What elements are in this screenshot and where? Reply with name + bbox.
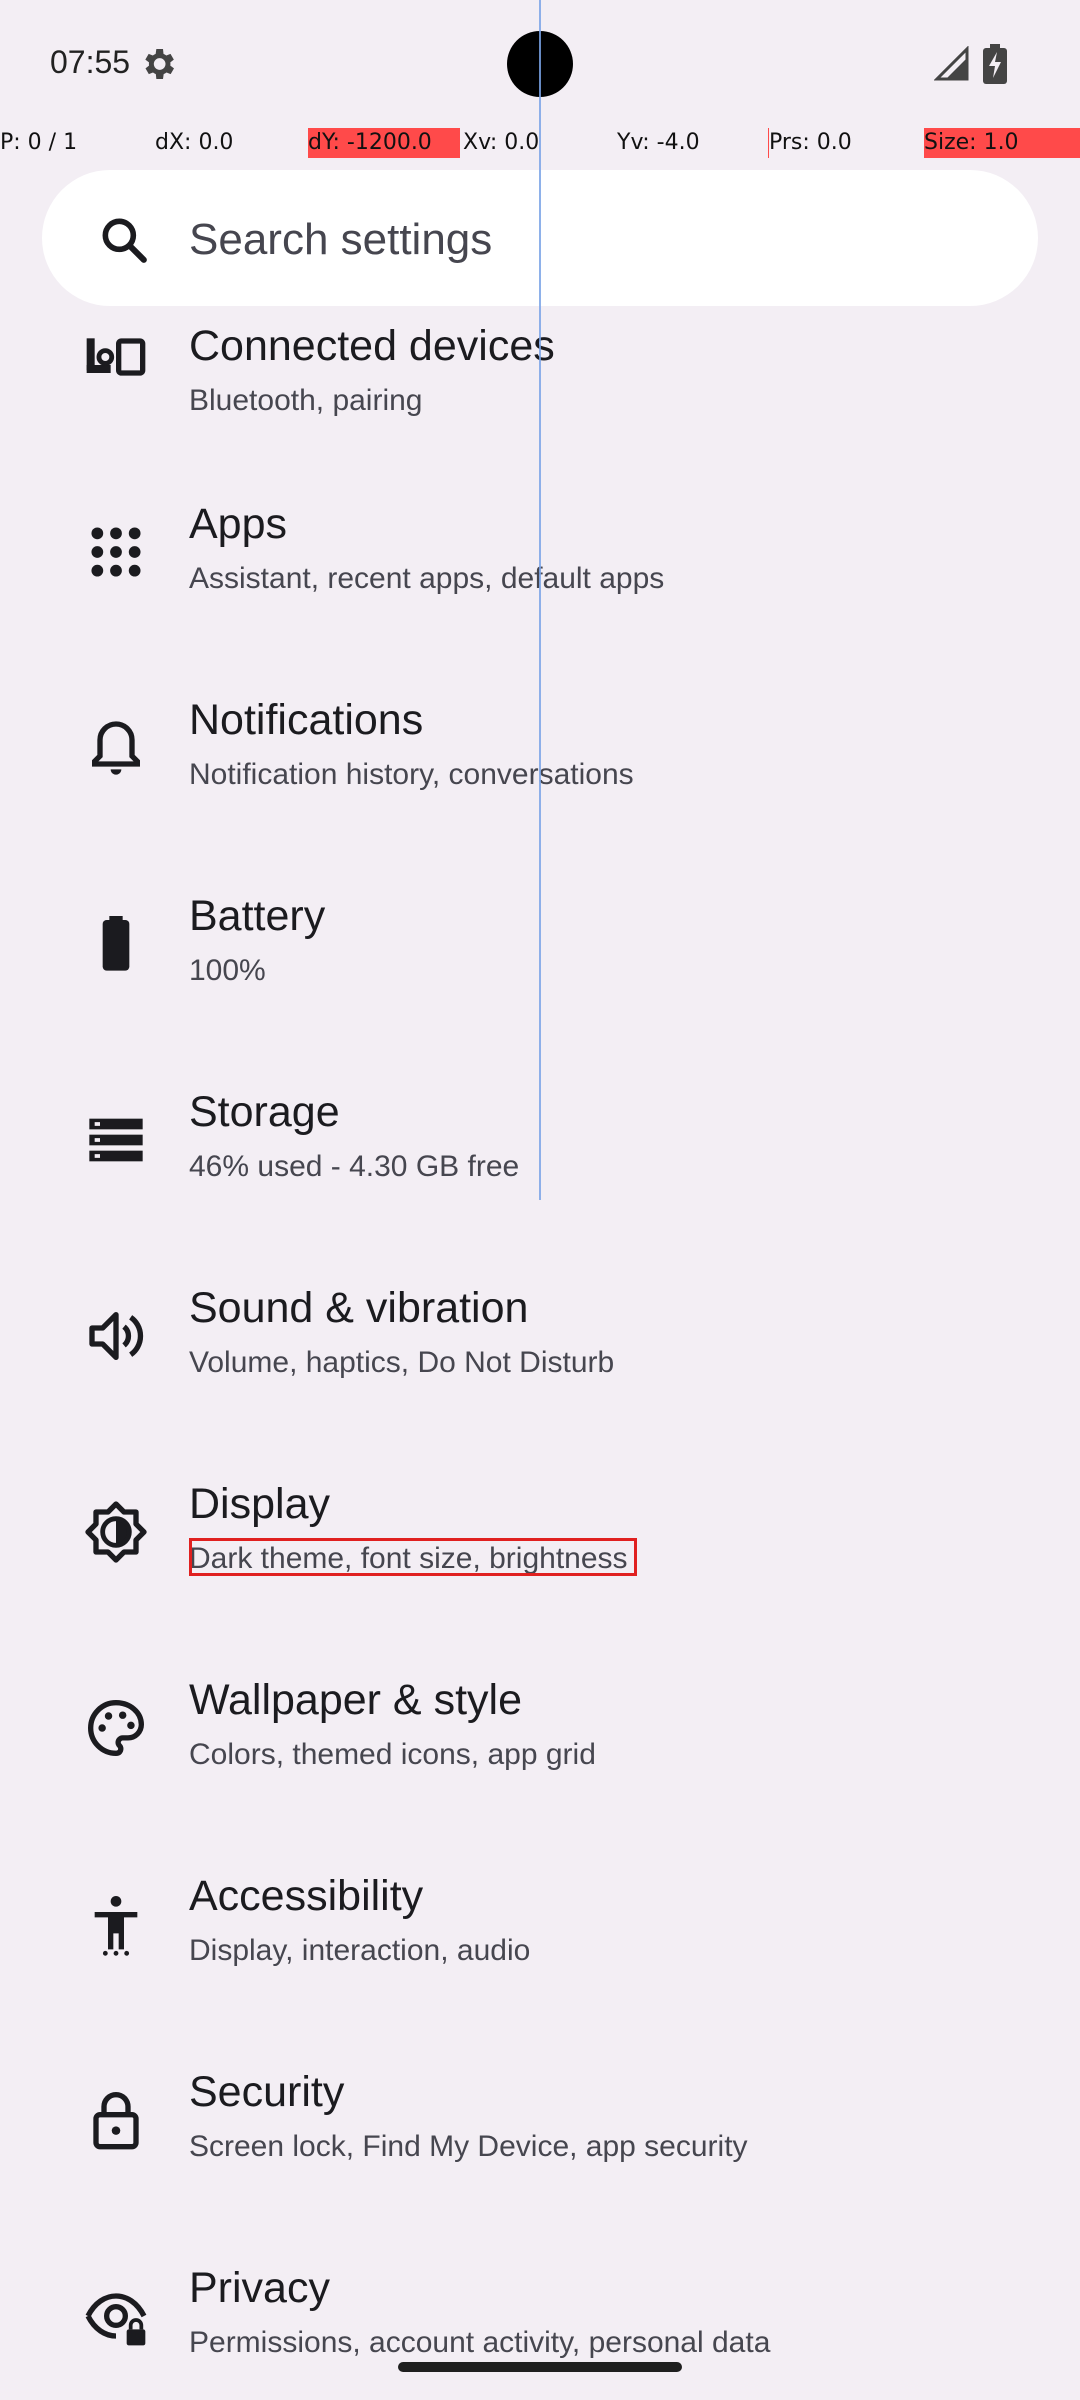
palette-icon [88, 1699, 145, 1757]
item-title: Sound & vibration [189, 1284, 529, 1332]
settings-item-display[interactable]: Display Dark theme, font size, brightnes… [0, 1480, 1080, 1676]
lock-icon [93, 2092, 139, 2150]
item-title: Display [189, 1480, 330, 1528]
signal-icon [934, 46, 969, 81]
battery-charging-icon [983, 44, 1007, 84]
gesture-nav-handle[interactable] [398, 2362, 682, 2372]
item-title: Privacy [189, 2264, 330, 2312]
search-input[interactable]: Search settings [189, 212, 492, 268]
debug-pressure: Prs: 0.0 [768, 128, 921, 158]
item-title: Accessibility [189, 1872, 424, 1920]
item-subtitle: Assistant, recent apps, default apps [189, 562, 665, 595]
item-subtitle: Screen lock, Find My Device, app securit… [189, 2130, 748, 2163]
item-subtitle: Notification history, conversations [189, 758, 634, 791]
bell-icon [92, 721, 140, 775]
item-title: Connected devices [189, 322, 555, 370]
item-title: Security [189, 2068, 345, 2116]
debug-dy: dY: -1200.0 [308, 128, 460, 158]
privacy-eye-icon [85, 2293, 147, 2346]
settings-item-sound-vibration[interactable]: Sound & vibration Volume, haptics, Do No… [0, 1284, 1080, 1480]
debug-dx: dX: 0.0 [155, 130, 234, 155]
accessibility-icon [94, 1896, 138, 1956]
settings-screen: 07:55 P: 0 / 1 dX: 0.0 dY: -1200.0 Xv: 0… [0, 0, 1080, 2400]
speaker-icon [89, 1312, 144, 1360]
item-subtitle: Display, interaction, audio [189, 1934, 531, 1967]
apps-icon [91, 527, 141, 577]
brightness-icon [85, 1501, 147, 1563]
connected-devices-icon [86, 338, 146, 376]
pointer-trace-line [539, 0, 541, 1200]
storage-icon [89, 1118, 143, 1162]
settings-item-accessibility[interactable]: Accessibility Display, interaction, audi… [0, 1872, 1080, 2068]
item-title: Storage [189, 1088, 340, 1136]
settings-item-wallpaper-style[interactable]: Wallpaper & style Colors, themed icons, … [0, 1676, 1080, 1872]
item-title: Apps [189, 500, 288, 548]
battery-icon [102, 916, 130, 971]
item-title: Wallpaper & style [189, 1676, 522, 1724]
debug-size: Size: 1.0 [924, 128, 1080, 158]
item-subtitle: Volume, haptics, Do Not Disturb [189, 1346, 615, 1379]
item-subtitle: 46% used - 4.30 GB free [189, 1150, 520, 1183]
item-subtitle: 100% [189, 954, 266, 987]
item-title: Battery [189, 892, 326, 940]
debug-xv: Xv: 0.0 [463, 130, 540, 155]
item-title: Notifications [189, 696, 424, 744]
item-subtitle: Colors, themed icons, app grid [189, 1738, 596, 1771]
debug-pointer: P: 0 / 1 [0, 130, 78, 155]
gear-icon [145, 49, 174, 79]
item-subtitle: Bluetooth, pairing [189, 384, 423, 417]
highlight-outline [189, 1538, 637, 1576]
item-subtitle: Permissions, account activity, personal … [189, 2326, 771, 2359]
search-icon [102, 218, 147, 263]
settings-item-privacy[interactable]: Privacy Permissions, account activity, p… [0, 2264, 1080, 2400]
settings-item-security[interactable]: Security Screen lock, Find My Device, ap… [0, 2068, 1080, 2264]
status-time: 07:55 [50, 44, 131, 80]
debug-yv: Yv: -4.0 [617, 130, 700, 155]
